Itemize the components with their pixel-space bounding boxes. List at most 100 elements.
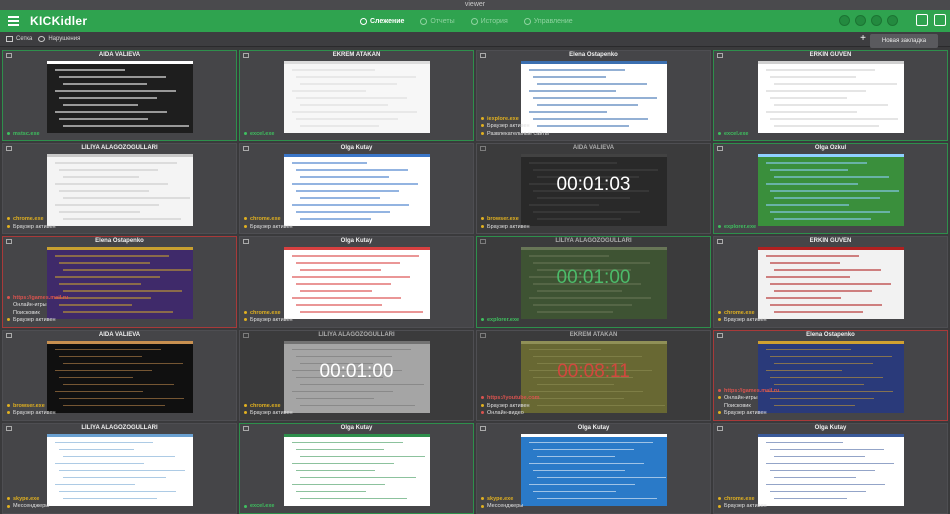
add-tab-button[interactable]: + [860,33,866,44]
activity-category: Онлайн-игры [718,395,779,403]
violations-button[interactable]: Нарушения [38,36,80,42]
close-button[interactable] [887,15,898,26]
activity-info: browser.exe Браузер активен [481,216,530,231]
process-name: browser.exe [481,216,530,224]
activity-info: iexplore.exe Браузер активен Развлекательн… [481,116,549,139]
activity-text: chrome.exe [250,402,281,409]
screen-thumbnail[interactable] [757,61,904,133]
fullscreen-icon[interactable] [934,14,946,26]
status-dot-icon [244,224,247,228]
activity-text: Браузер активен [250,317,293,324]
employee-tile[interactable]: LİLİYA ALAGÖZOĞULLARI skype.exe Мессенджер… [2,422,237,514]
employee-tile[interactable]: Elena Ostapenko https://games.mail.ru Онла… [2,236,237,328]
status-dot-icon [244,318,247,322]
employee-tile[interactable]: Olga Kutay excel.exe [239,422,474,514]
process-name: mstsc.exe [7,131,40,139]
activity-text: explorer.exe [487,317,520,324]
activity-info: chrome.exe Браузер активен [244,403,293,418]
status-dot-icon [7,504,10,508]
activity-category: Браузер активен [481,224,530,232]
activity-text: Браузер активен [724,503,767,510]
screen-thumbnail[interactable] [520,433,667,506]
activity-text: Поисковик [13,309,40,316]
status-dot-icon [244,217,247,221]
status-dot-icon [718,131,721,135]
screen-thumbnail[interactable] [46,247,193,320]
employee-tile[interactable]: LİLİYA ALAGÖZOĞULLARI 00:01:00 explorer.ex… [476,236,711,328]
nav-history[interactable]: История [470,17,508,25]
screen-thumbnail[interactable] [46,340,193,413]
screen-thumbnail[interactable] [283,154,430,227]
status-dot-icon [481,131,484,135]
nav-reports[interactable]: Отчеты [420,17,455,25]
employee-name: Olga Kutay [577,424,610,431]
process-name: explorer.exe [481,317,519,325]
activity-text: Онлайн-игры [724,395,758,402]
settings-icon [523,17,531,25]
nav-tracking[interactable]: Слежение [360,17,404,25]
employee-name: AIDA VALIEVA [98,52,141,58]
screen-thumbnail[interactable] [283,247,430,320]
employee-tile[interactable]: Elena Ostapenko iexplore.exe Браузер актив… [476,50,711,142]
activity-text: Браузер активен [724,410,767,417]
screen-thumbnail[interactable] [283,433,430,506]
chart-icon [420,17,428,25]
grid-button[interactable]: Сетка [6,36,32,42]
employee-tile[interactable]: LİLİYA ALAGÖZOĞULLARI chrome.exe Браузер а… [2,143,237,235]
employee-tile[interactable]: AIDA VALIEVA mstsc.exe [2,50,237,142]
activity-category: Браузер активен [7,410,56,418]
grid-icon [6,36,13,42]
activity-category: Онлайн-видео [481,410,540,418]
employee-tile[interactable]: ERKİN GÜVEN excel.exe [713,50,948,142]
screen-thumbnail[interactable] [757,154,904,227]
screen-thumbnail[interactable] [757,433,904,506]
menu-icon[interactable] [2,10,24,32]
employee-name: AIDA VALIEVA [98,331,141,338]
activity-text: Развлекательные сайты [487,130,549,137]
screen-thumbnail[interactable] [46,154,193,227]
download-icon[interactable] [916,14,928,26]
employee-tile[interactable]: ERKİN GÜVEN chrome.exe Браузер активен [713,236,948,328]
employee-tile[interactable]: Olga Ozkul explorer.exe [713,143,948,235]
maximize-button[interactable] [871,15,882,26]
nav-management[interactable]: Управление [523,17,573,25]
process-name: skype.exe [481,496,523,504]
activity-text: Браузер активен [13,223,56,230]
employee-name: LİLİYA ALAGÖZOĞULLARI [81,424,158,431]
restore-button[interactable] [855,15,866,26]
employee-tile[interactable]: Elena Ostapenko https://games.mail.ru Онла… [713,329,948,421]
employee-tile[interactable]: LİLİYA ALAGÖZOĞULLARI 00:01:00 chrome.exe Б… [239,329,474,421]
activity-category: Браузер активен [718,503,767,511]
status-dot-icon [244,504,247,508]
activity-text: Браузер активен [724,317,767,324]
activity-text: Онлайн-игры [13,302,47,309]
employee-tile[interactable]: AIDA VALIEVA browser.exe Браузер активен [2,329,237,421]
screen-thumbnail[interactable] [757,340,904,413]
screen-thumbnail[interactable] [46,61,193,133]
activity-info: mstsc.exe [7,131,40,139]
minimize-button[interactable] [839,15,850,26]
window-title: viewer [0,0,950,10]
idle-timer: 00:01:00 [319,360,394,382]
new-tab-button[interactable]: Новая закладка [870,34,938,48]
clock-icon [38,36,46,42]
activity-info: https://games.mail.ru Онлайн-игры Поискови… [7,295,68,325]
employee-tile[interactable]: Olga Kutay skype.exe Мессенджеры [476,422,711,514]
process-name: browser.exe [7,403,56,411]
activity-text: skype.exe [487,495,514,502]
main-nav: Слежение Отчеты История Управление [360,10,573,32]
screen-thumbnail[interactable] [283,61,430,133]
employee-tile[interactable]: Olga Kutay chrome.exe Браузер активен [713,422,948,514]
activity-category: Браузер активен [244,224,293,232]
activity-text: https://games.mail.ru [13,294,69,301]
employee-tile[interactable]: Olga Kutay chrome.exe Браузер активен [239,143,474,235]
screen-thumbnail[interactable] [757,247,904,320]
employee-tile[interactable]: EKREM ATAKAN excel.exe [239,50,474,142]
status-dot-icon [7,224,10,228]
employee-tile[interactable]: Olga Kutay chrome.exe Браузер активен [239,236,474,328]
screen-thumbnail[interactable] [46,433,193,506]
process-name: chrome.exe [718,496,767,504]
employee-tile[interactable]: AIDA VALIEVA 00:01:03 browser.exe Браузер а… [476,143,711,235]
employee-tile[interactable]: EKREM ATAKAN 00:08:11 https://youtube.com Б… [476,329,711,421]
activity-text: https://games.mail.ru [724,387,780,394]
